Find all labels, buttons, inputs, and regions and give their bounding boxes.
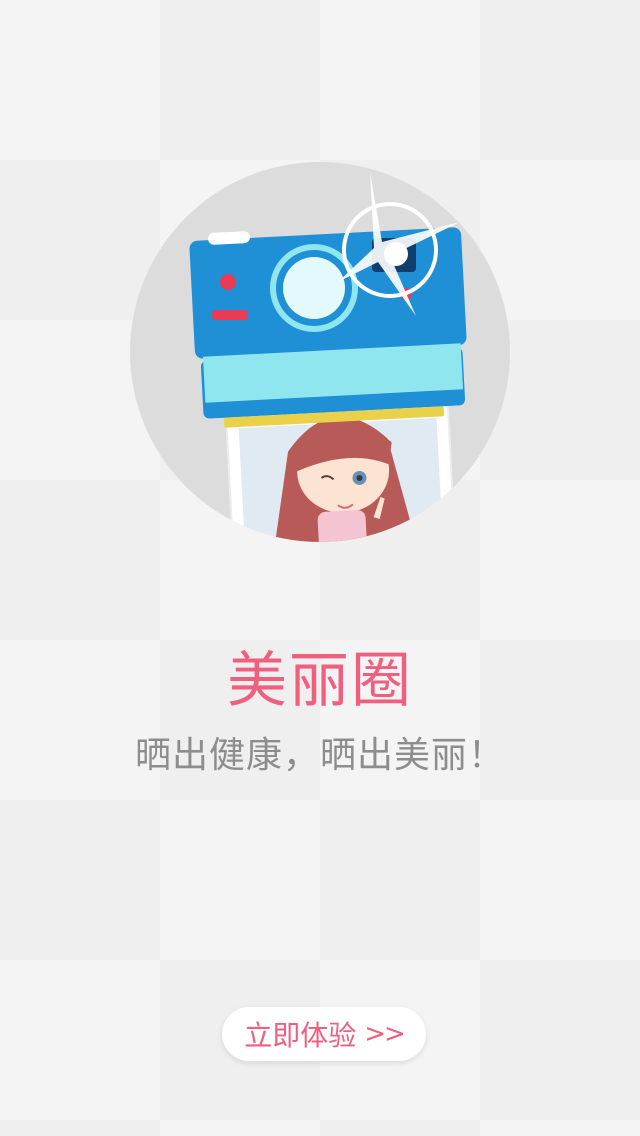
tagline: 晒出健康，晒出美丽！ <box>134 735 505 776</box>
page-title: 美丽圈 <box>227 646 413 716</box>
start-button-label: 立即体验 <box>244 1019 357 1052</box>
polaroid-camera-icon <box>130 162 510 542</box>
camera-illustration <box>120 150 520 550</box>
start-experience-button[interactable]: 立即体验 >> <box>222 1007 426 1061</box>
double-chevron-right-icon: >> <box>364 1019 406 1049</box>
